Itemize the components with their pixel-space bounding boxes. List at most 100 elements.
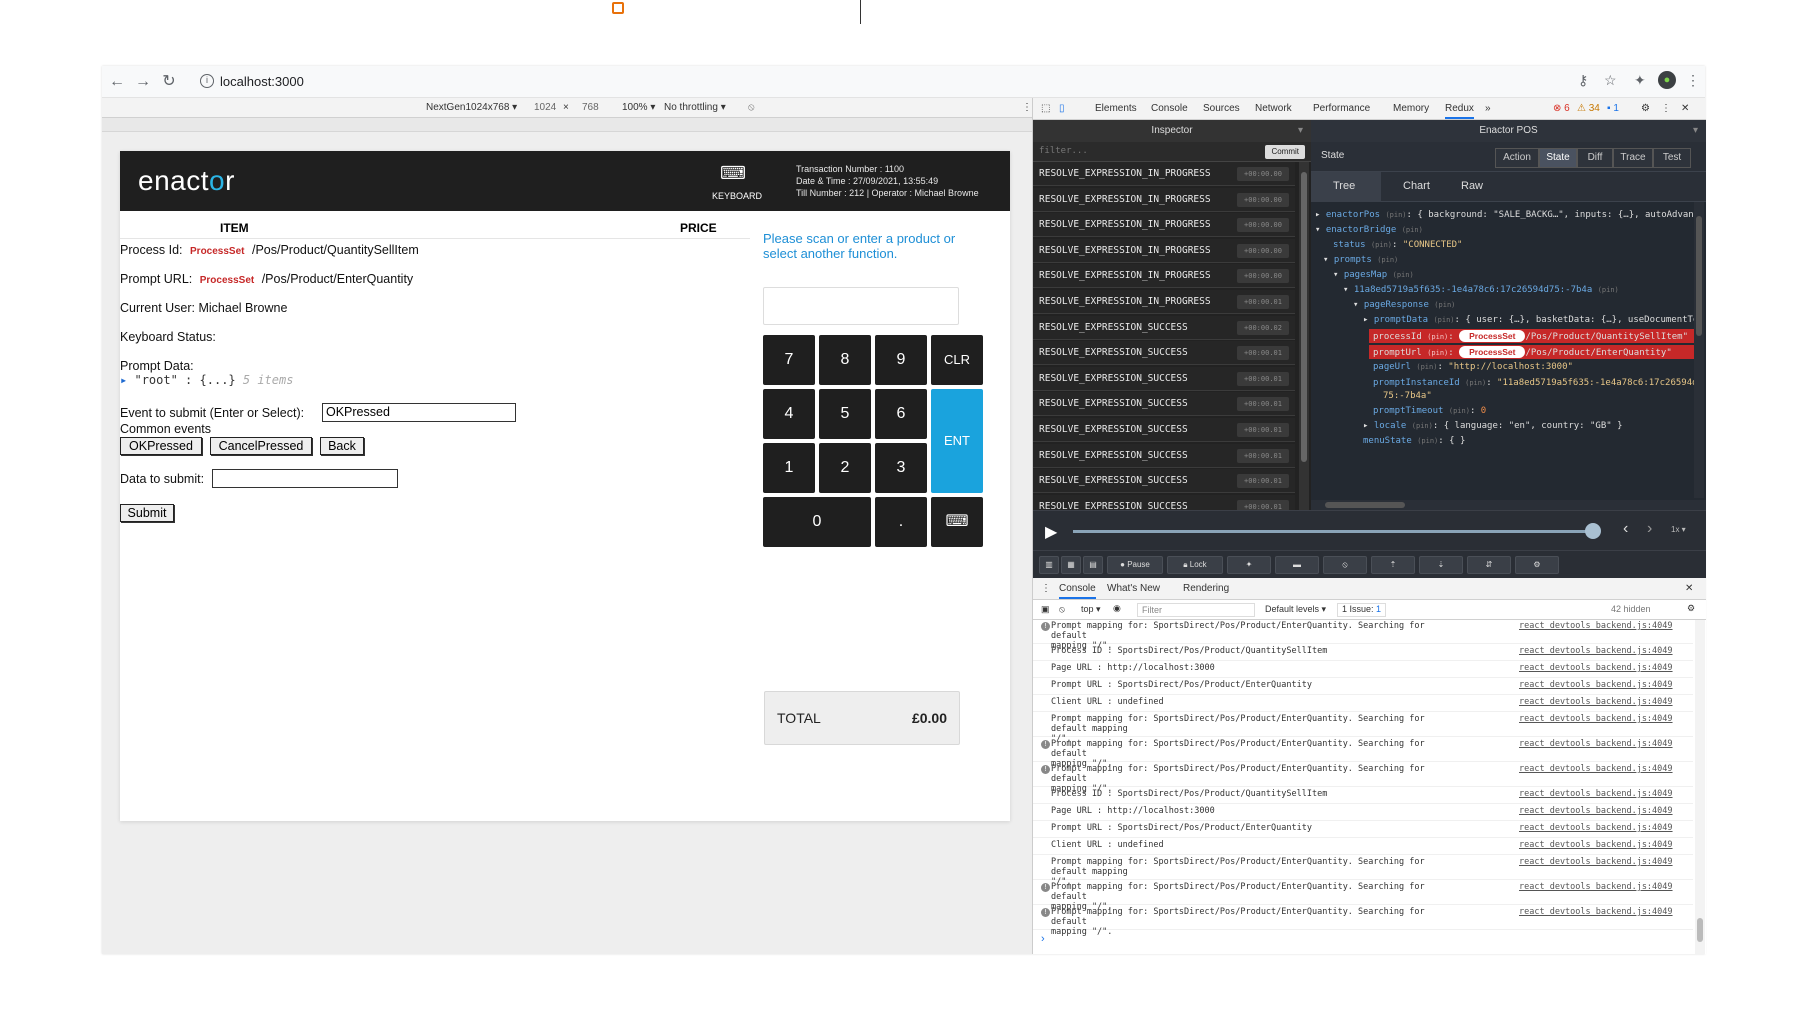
tree-enactorpos[interactable]: ▸ enactorPos (pin): { background: "SALE_… <box>1315 210 1694 220</box>
seg-state[interactable]: State <box>1539 148 1577 168</box>
message-source-link[interactable]: react_devtools_backend.js:4049 <box>1519 789 1673 799</box>
clear-icon[interactable]: ⦸ <box>1323 556 1367 574</box>
levels-select[interactable]: Default levels ▾ <box>1265 604 1326 615</box>
action-row[interactable]: RESOLVE_EXPRESSION_SUCCESS +00:00.01 <box>1033 392 1295 417</box>
issues-button[interactable]: 1 Issue: 1 <box>1337 603 1387 617</box>
expand-triangle-icon[interactable]: ▸ <box>120 373 127 387</box>
state-hscrollbar[interactable] <box>1311 500 1706 510</box>
tab-redux[interactable]: Redux <box>1445 103 1474 119</box>
drawer-tab-whats-new[interactable]: What's New <box>1107 583 1160 594</box>
action-row[interactable]: RESOLVE_EXPRESSION_IN_PROGRESS +00:00.00 <box>1033 187 1295 212</box>
subtab-chart[interactable]: Chart <box>1403 180 1430 192</box>
tree-enactorbridge[interactable]: ▾ enactorBridge (pin) <box>1315 225 1423 235</box>
seg-trace[interactable]: Trace <box>1613 148 1653 168</box>
tree-pageurl[interactable]: pageUrl (pin): "http://localhost:3000" <box>1373 362 1573 372</box>
slider-knob[interactable] <box>1585 523 1601 539</box>
pin-icon[interactable]: ✦ <box>1227 556 1271 574</box>
devtools-menu-icon[interactable]: ⋮ <box>1661 103 1671 114</box>
extensions-icon[interactable]: ✦ <box>1634 72 1646 89</box>
inspect-element-icon[interactable]: ⬚ <box>1041 103 1050 114</box>
close-devtools-icon[interactable]: ✕ <box>1681 103 1689 114</box>
close-drawer-icon[interactable]: ✕ <box>1685 583 1693 594</box>
play-icon[interactable]: ▶ <box>1045 522 1057 542</box>
subtab-tree[interactable]: Tree <box>1333 180 1355 192</box>
key-5[interactable]: 5 <box>819 389 871 439</box>
action-row[interactable]: RESOLVE_EXPRESSION_SUCCESS +00:00.01 <box>1033 418 1295 442</box>
tree-page-id[interactable]: ▾ 11a8ed5719a5f635:-1e4a78c6:17c26594d75… <box>1343 285 1619 295</box>
scrollbar-thumb[interactable] <box>1301 172 1307 462</box>
submit-button[interactable]: Submit <box>120 504 174 522</box>
seg-diff[interactable]: Diff <box>1577 148 1613 168</box>
url-field[interactable]: localhost:3000 <box>220 74 304 89</box>
key-0[interactable]: 0 <box>763 497 871 547</box>
settings-icon[interactable]: ⚙ <box>1515 556 1559 574</box>
keyboard-icon[interactable]: ⌨ <box>720 164 746 182</box>
action-row[interactable]: RESOLVE_EXPRESSION_IN_PROGRESS +00:00.00 <box>1033 213 1295 238</box>
tab-console[interactable]: Console <box>1151 103 1188 114</box>
device-select[interactable]: NextGen1024x768 ▾ <box>426 102 517 113</box>
message-source-link[interactable]: react_devtools_backend.js:4049 <box>1519 840 1673 850</box>
console-settings-icon[interactable]: ⚙ <box>1687 603 1695 614</box>
action-row[interactable]: RESOLVE_EXPRESSION_SUCCESS +00:00.01 <box>1033 366 1295 391</box>
tree-pageresponse[interactable]: ▾ pageResponse (pin) <box>1353 300 1455 310</box>
action-filter-input[interactable]: filter... <box>1039 146 1088 156</box>
eye-icon[interactable]: ◉ <box>1113 603 1121 614</box>
upload-icon[interactable]: ⇡ <box>1371 556 1415 574</box>
event-input[interactable]: OKPressed <box>322 403 516 422</box>
rotate-icon[interactable]: ⦸ <box>748 102 755 113</box>
scrollbar-thumb[interactable] <box>1325 502 1405 508</box>
action-row[interactable]: RESOLVE_EXPRESSION_SUCCESS +00:00.01 <box>1033 341 1295 366</box>
layout-1-icon[interactable]: ▥ <box>1039 556 1059 574</box>
key-clr[interactable]: CLR <box>931 335 983 385</box>
message-source-link[interactable]: react_devtools_backend.js:4049 <box>1519 739 1673 749</box>
drawer-tab-rendering[interactable]: Rendering <box>1183 583 1229 594</box>
more-tabs-icon[interactable]: » <box>1485 103 1491 114</box>
key-3[interactable]: 3 <box>875 443 927 493</box>
action-row[interactable]: RESOLVE_EXPRESSION_SUCCESS +00:00.02 <box>1033 315 1295 340</box>
key-2[interactable]: 2 <box>819 443 871 493</box>
scrollbar-thumb[interactable] <box>1697 918 1703 942</box>
key-1[interactable]: 1 <box>763 443 815 493</box>
speed-select[interactable]: 1x ▾ <box>1671 525 1686 534</box>
action-row[interactable]: RESOLVE_EXPRESSION_SUCCESS +00:00.01 <box>1033 443 1295 468</box>
message-source-link[interactable]: react_devtools_backend.js:4049 <box>1519 806 1673 816</box>
tree-status[interactable]: status (pin): "CONNECTED" <box>1333 240 1462 250</box>
scrollbar-thumb[interactable] <box>1696 216 1702 336</box>
lock-button[interactable]: 🔒︎ Lock <box>1167 556 1223 574</box>
message-source-link[interactable]: react_devtools_backend.js:4049 <box>1519 663 1673 673</box>
chevron-down-icon[interactable]: ▾ <box>1693 120 1698 142</box>
action-row[interactable]: RESOLVE_EXPRESSION_IN_PROGRESS +00:00.00 <box>1033 264 1295 289</box>
step-back-icon[interactable]: ‹ <box>1623 520 1628 538</box>
key-8[interactable]: 8 <box>819 335 871 385</box>
pause-button[interactable]: ● Pause <box>1107 556 1163 574</box>
tab-memory[interactable]: Memory <box>1393 103 1429 114</box>
action-row[interactable]: RESOLVE_EXPRESSION_IN_PROGRESS +00:00.00 <box>1033 162 1295 186</box>
settings-gear-icon[interactable]: ⚙ <box>1641 103 1650 114</box>
key-icon[interactable]: ⚷ <box>1578 72 1588 89</box>
drawer-tab-console[interactable]: Console <box>1059 583 1096 599</box>
message-source-link[interactable]: react_devtools_backend.js:4049 <box>1519 680 1673 690</box>
info-count[interactable]: ▪ 1 <box>1607 103 1619 114</box>
seg-action[interactable]: Action <box>1495 148 1539 168</box>
keyboard-toggle-icon[interactable]: ⌨ <box>931 497 983 547</box>
prompt-data-tree[interactable]: ▸ "root" : {...} 5 items <box>120 373 293 387</box>
message-source-link[interactable]: react_devtools_backend.js:4049 <box>1519 697 1673 707</box>
action-row[interactable]: RESOLVE_EXPRESSION_SUCCESS +00:00.01 <box>1033 469 1295 494</box>
bookmark-star-icon[interactable]: ☆ <box>1604 72 1617 89</box>
throttling-select[interactable]: No throttling ▾ <box>664 102 726 113</box>
message-source-link[interactable]: react_devtools_backend.js:4049 <box>1519 882 1673 892</box>
subtab-raw[interactable]: Raw <box>1461 180 1483 192</box>
message-source-link[interactable]: react_devtools_backend.js:4049 <box>1519 823 1673 833</box>
error-count[interactable]: ⊗ 6 <box>1553 103 1570 114</box>
tree-prompturl[interactable]: promptUrl (pin): ProcessSet/Pos/Product/… <box>1373 346 1672 358</box>
clear-console-icon[interactable]: ⦸ <box>1059 604 1065 615</box>
tree-prompts[interactable]: ▾ prompts (pin) <box>1323 255 1398 265</box>
console-filter-input[interactable]: Filter <box>1137 603 1255 617</box>
entry-input[interactable] <box>763 287 959 325</box>
tab-network[interactable]: Network <box>1255 103 1292 114</box>
key-9[interactable]: 9 <box>875 335 927 385</box>
reload-icon[interactable]: ↻ <box>158 71 180 93</box>
back-button[interactable]: Back <box>320 437 364 455</box>
key-6[interactable]: 6 <box>875 389 927 439</box>
state-scrollbar[interactable] <box>1694 202 1704 498</box>
